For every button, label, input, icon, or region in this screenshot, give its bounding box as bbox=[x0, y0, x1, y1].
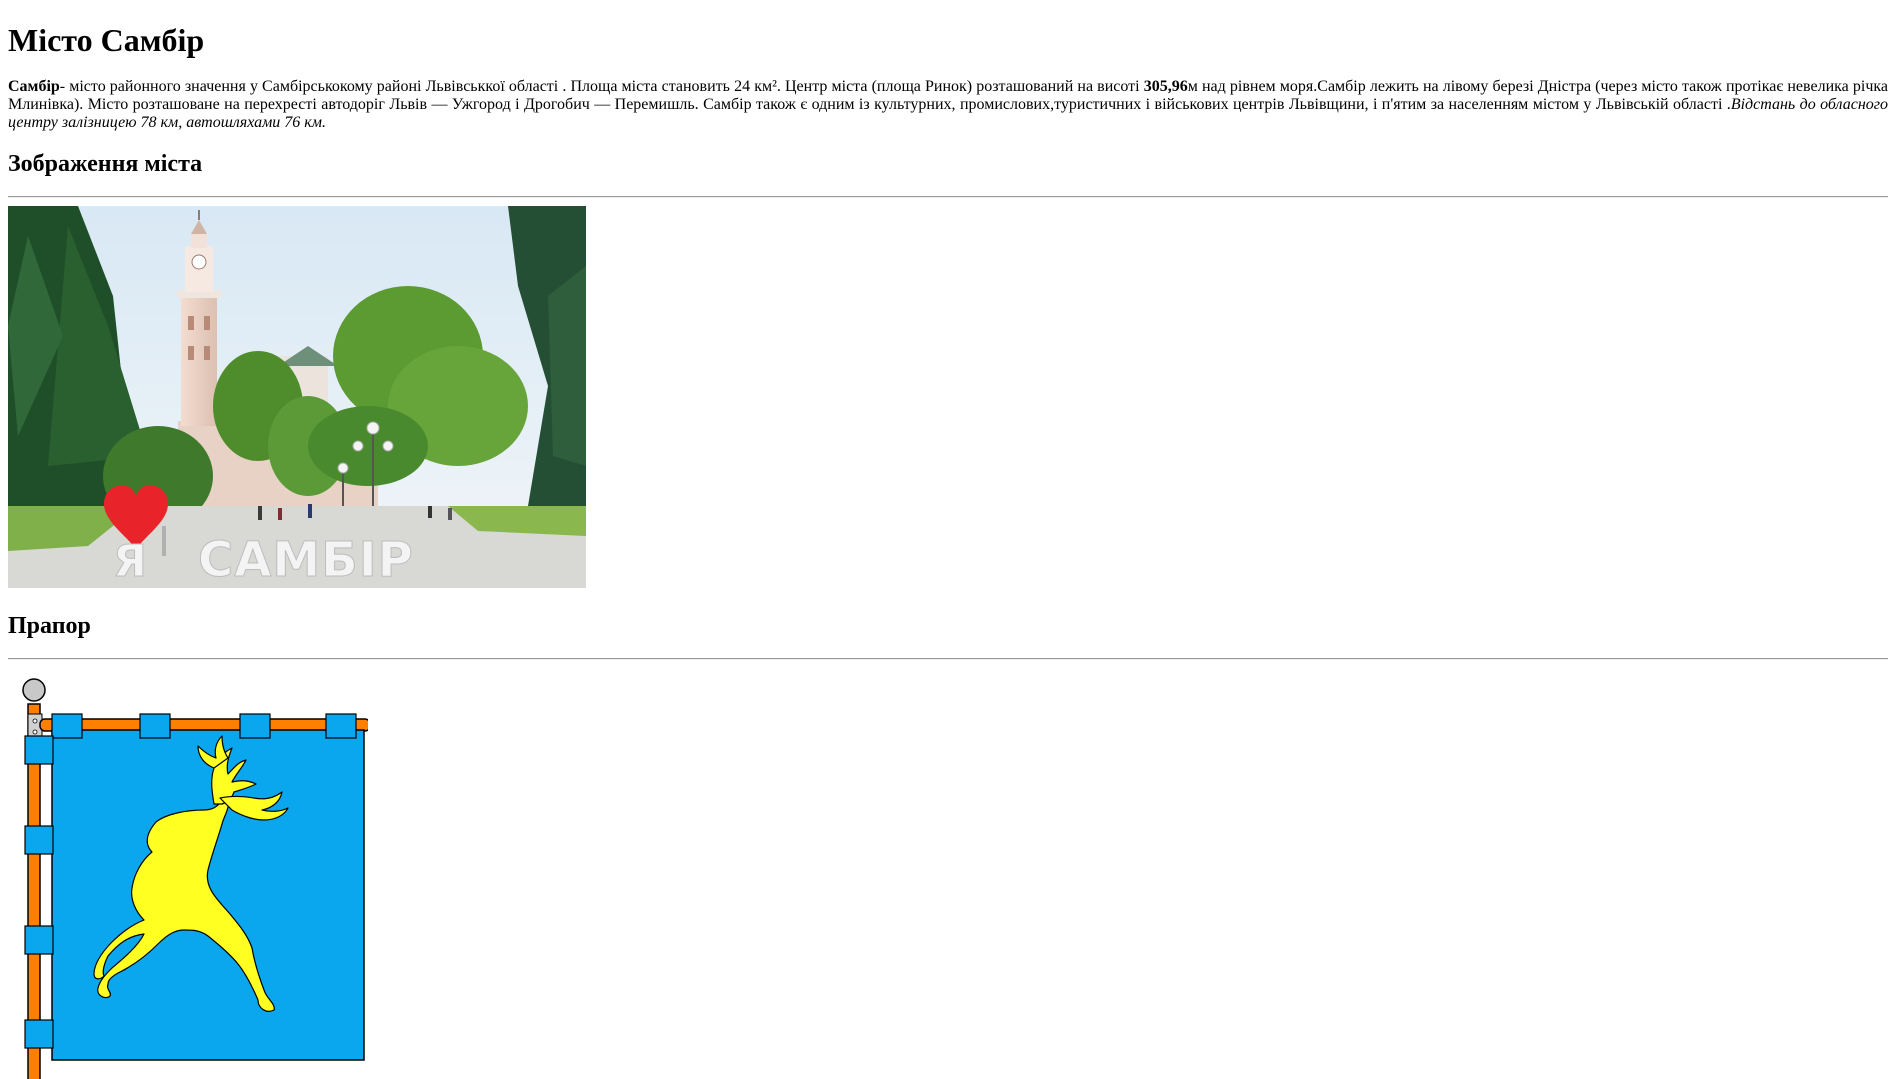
sign-letter: Я bbox=[113, 536, 147, 587]
intro-paragraph: Самбір- місто районного значення у Самбі… bbox=[8, 78, 1888, 132]
intro-text-part1: - місто районного значення у Самбірськок… bbox=[59, 78, 1144, 95]
flag-heading: Прапор bbox=[8, 613, 91, 639]
crossbar bbox=[39, 718, 368, 732]
city-photo: Я САМБІР bbox=[8, 206, 586, 588]
sign-text: САМБІР bbox=[198, 532, 414, 588]
page-title: Місто Самбір bbox=[8, 22, 205, 58]
city-name: Самбір bbox=[8, 78, 60, 95]
divider bbox=[8, 658, 1888, 660]
web-page: Місто Самбір Самбір- місто районного зна… bbox=[0, 0, 1900, 1079]
city-flag bbox=[22, 678, 368, 1079]
height-value: 305,96 bbox=[1143, 78, 1188, 95]
page-content: Місто Самбір Самбір- місто районного зна… bbox=[8, 0, 1888, 1079]
city-images-heading: Зображення міста bbox=[8, 151, 203, 177]
divider bbox=[8, 196, 1888, 198]
